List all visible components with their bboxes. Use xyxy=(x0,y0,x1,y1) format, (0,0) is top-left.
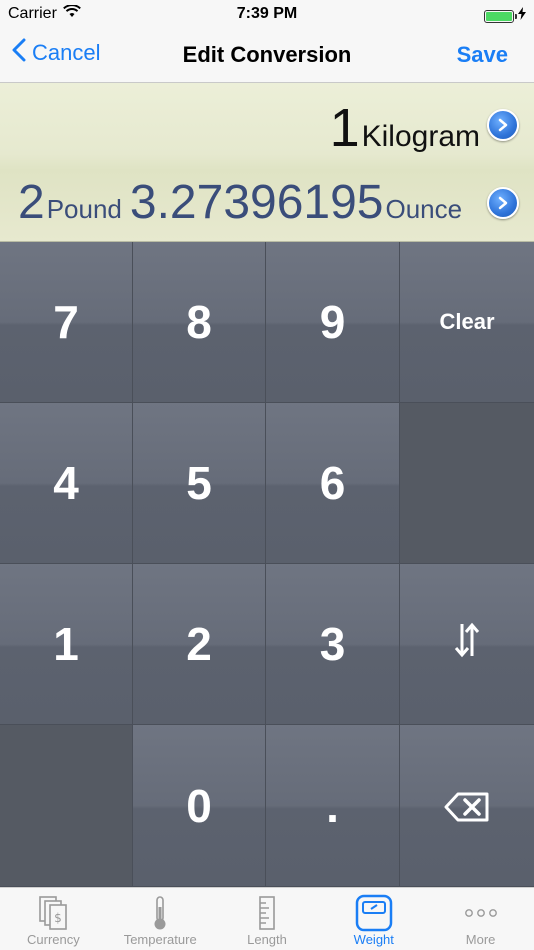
page-title: Edit Conversion xyxy=(182,42,352,67)
key-3[interactable]: 3 xyxy=(266,564,400,725)
tab-bar: $ Currency Temperature Length Weight Mor… xyxy=(0,887,534,950)
key-4[interactable]: 4 xyxy=(0,403,133,564)
input-row[interactable]: 1 Kilogram xyxy=(330,97,480,159)
key-5[interactable]: 5 xyxy=(133,403,266,564)
svg-text:$: $ xyxy=(55,911,63,925)
chevron-right-icon xyxy=(498,196,508,210)
swap-button[interactable] xyxy=(400,564,534,725)
tab-temperature[interactable]: Temperature xyxy=(107,888,214,950)
battery-icon xyxy=(484,9,517,23)
more-icon xyxy=(464,894,498,932)
output-unit-select-button[interactable] xyxy=(487,187,519,219)
tab-currency[interactable]: $ Currency xyxy=(0,888,107,950)
output-value-secondary: 3.27396195 xyxy=(129,176,384,229)
ruler-icon xyxy=(256,894,278,932)
scale-icon xyxy=(355,894,393,932)
output-unit-secondary: Ounce xyxy=(385,194,463,224)
input-value: 1 xyxy=(329,98,360,158)
status-time: 7:39 PM xyxy=(236,5,298,22)
output-value-primary: 2 xyxy=(18,176,45,229)
key-7[interactable]: 7 xyxy=(0,242,133,403)
tab-more-label: More xyxy=(465,932,496,947)
input-unit: Kilogram xyxy=(361,120,480,153)
chevron-right-icon xyxy=(498,118,508,132)
clear-button[interactable]: Clear xyxy=(400,242,534,403)
app-root: Carrier 7:39 PM Cancel Edit Conversion S… xyxy=(0,0,534,950)
currency-icon: $ xyxy=(38,894,68,932)
tab-weight-label: Weight xyxy=(353,932,394,947)
blank-key xyxy=(400,403,534,564)
tab-more[interactable]: More xyxy=(427,888,534,950)
tab-temperature-label: Temperature xyxy=(123,932,197,947)
key-9[interactable]: 9 xyxy=(266,242,400,403)
input-unit-select-button[interactable] xyxy=(487,109,519,141)
status-right xyxy=(484,7,526,25)
conversion-display: 1 Kilogram 2 Pound 3.27396195 Ounce xyxy=(0,83,534,242)
blank-key xyxy=(0,725,133,887)
key-0[interactable]: 0 xyxy=(133,725,266,887)
battery-fill xyxy=(486,11,512,21)
save-button[interactable]: Save xyxy=(457,42,508,68)
key-6[interactable]: 6 xyxy=(266,403,400,564)
key-2[interactable]: 2 xyxy=(133,564,266,725)
tab-length-label: Length xyxy=(247,932,287,947)
keypad: 7 8 9 Clear 4 5 6 1 2 3 0 . xyxy=(0,242,534,887)
key-1[interactable]: 1 xyxy=(0,564,133,725)
status-bar: Carrier 7:39 PM xyxy=(0,0,534,28)
key-decimal[interactable]: . xyxy=(266,725,400,887)
tab-length[interactable]: Length xyxy=(214,888,321,950)
output-unit-primary: Pound xyxy=(46,194,122,224)
tab-currency-label: Currency xyxy=(27,932,80,947)
swap-icon xyxy=(452,617,482,671)
backspace-icon xyxy=(444,779,490,833)
backspace-button[interactable] xyxy=(400,725,534,887)
tab-weight[interactable]: Weight xyxy=(320,888,427,950)
thermometer-icon xyxy=(150,894,170,932)
output-row[interactable]: 2 Pound 3.27396195 Ounce xyxy=(18,175,462,230)
battery-tip xyxy=(515,13,517,19)
key-8[interactable]: 8 xyxy=(133,242,266,403)
navigation-bar: Cancel Edit Conversion Save xyxy=(0,28,534,83)
charging-icon xyxy=(518,7,526,25)
